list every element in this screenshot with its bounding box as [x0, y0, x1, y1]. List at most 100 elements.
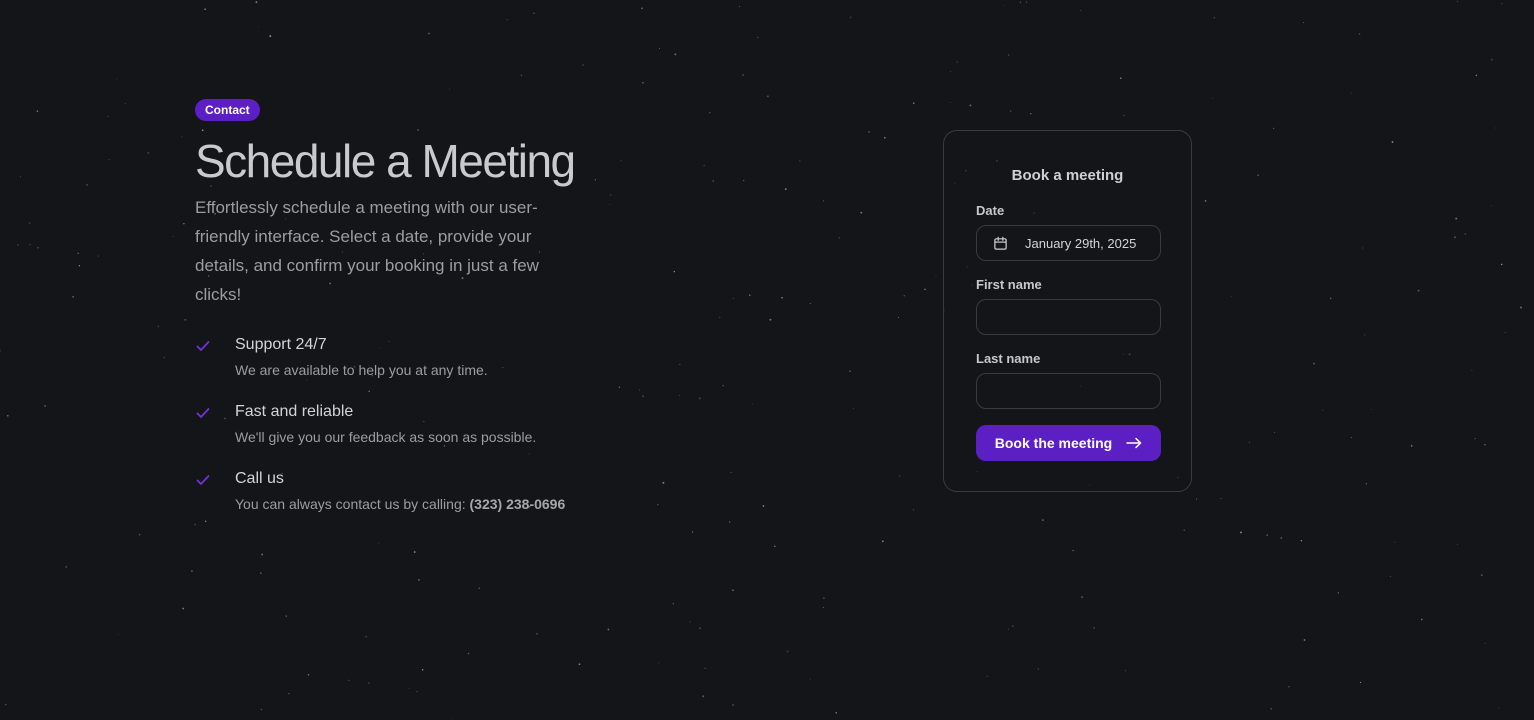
star: [258, 26, 260, 28]
star: [1500, 263, 1503, 266]
star: [1119, 77, 1122, 80]
star: [638, 389, 641, 391]
star: [107, 115, 109, 117]
star: [1280, 537, 1283, 539]
star: [1248, 441, 1251, 444]
star: [1257, 174, 1260, 177]
star: [868, 131, 870, 133]
book-meeting-button[interactable]: Book the meeting: [976, 425, 1161, 461]
star: [732, 704, 735, 707]
star: [912, 509, 915, 511]
star: [1364, 334, 1366, 336]
phone-number[interactable]: (323) 238-0696: [470, 496, 566, 512]
star: [719, 316, 721, 319]
star: [72, 295, 74, 298]
star: [620, 160, 622, 162]
star: [1007, 54, 1010, 56]
intro-section: Contact Schedule a Meeting Effortlessly …: [195, 99, 615, 536]
check-icon: [196, 475, 210, 485]
star: [732, 298, 734, 300]
star: [378, 542, 380, 544]
star: [1359, 681, 1362, 684]
star: [838, 237, 840, 239]
star: [0, 350, 1, 352]
date-picker[interactable]: January 29th, 2025: [976, 225, 1161, 261]
star: [138, 533, 141, 536]
star: [421, 669, 424, 671]
star: [898, 475, 901, 477]
star: [16, 244, 19, 246]
star: [674, 53, 677, 56]
star: [762, 505, 765, 507]
last-name-label: Last name: [976, 351, 1041, 366]
star: [1123, 114, 1125, 116]
star: [408, 688, 410, 689]
feature-fast: Fast and reliable We'll give you our fee…: [195, 402, 615, 446]
star: [20, 176, 22, 178]
star: [78, 265, 81, 267]
feature-call: Call us You can always contact us by cal…: [195, 469, 615, 513]
star: [751, 403, 753, 405]
page: Contact Schedule a Meeting Effortlessly …: [0, 0, 1534, 720]
star: [850, 16, 852, 18]
feature-list: Support 24/7 We are available to help yo…: [195, 335, 615, 513]
feature-description: You can always contact us by calling: (3…: [235, 495, 615, 513]
star: [969, 104, 972, 107]
star: [506, 19, 508, 21]
star: [478, 587, 480, 589]
star: [641, 7, 643, 10]
star: [1183, 529, 1186, 532]
star: [1501, 3, 1503, 5]
star: [1009, 110, 1012, 112]
star: [255, 1, 258, 3]
check-icon: [196, 341, 210, 351]
star: [1394, 541, 1396, 543]
star: [1490, 58, 1493, 61]
star: [147, 152, 150, 154]
star: [37, 246, 39, 249]
star: [1240, 531, 1242, 534]
star: [181, 136, 183, 138]
star: [786, 650, 789, 653]
star: [182, 607, 185, 610]
star: [702, 695, 705, 698]
star: [117, 633, 119, 635]
star: [285, 615, 288, 617]
star: [4, 703, 7, 706]
star: [924, 288, 926, 291]
star: [729, 521, 731, 523]
star: [881, 540, 884, 543]
star: [536, 632, 538, 635]
star: [658, 662, 660, 664]
star: [742, 74, 744, 76]
call-description-text: You can always contact us by calling:: [235, 496, 470, 512]
star: [1454, 236, 1456, 239]
star: [822, 597, 825, 600]
star: [912, 102, 915, 105]
star: [29, 244, 31, 246]
star: [1455, 217, 1458, 220]
page-description: Effortlessly schedule a meeting with our…: [195, 198, 539, 304]
star: [898, 317, 900, 319]
feature-title: Fast and reliable: [235, 403, 354, 420]
star: [1420, 618, 1423, 621]
star: [1322, 409, 1324, 411]
star: [1480, 574, 1483, 577]
first-name-input[interactable]: [976, 299, 1161, 335]
star: [183, 223, 185, 225]
star: [956, 61, 958, 63]
star: [903, 295, 905, 297]
star: [679, 395, 681, 397]
arrow-right-icon: [1126, 437, 1142, 449]
star: [365, 635, 367, 638]
star: [368, 682, 370, 684]
star: [448, 88, 450, 90]
star: [849, 370, 851, 373]
last-name-input[interactable]: [976, 373, 1161, 409]
star: [1125, 670, 1127, 672]
star: [1303, 639, 1306, 641]
star: [1030, 112, 1032, 115]
star: [1080, 10, 1082, 11]
star: [749, 294, 751, 296]
star: [157, 325, 160, 328]
